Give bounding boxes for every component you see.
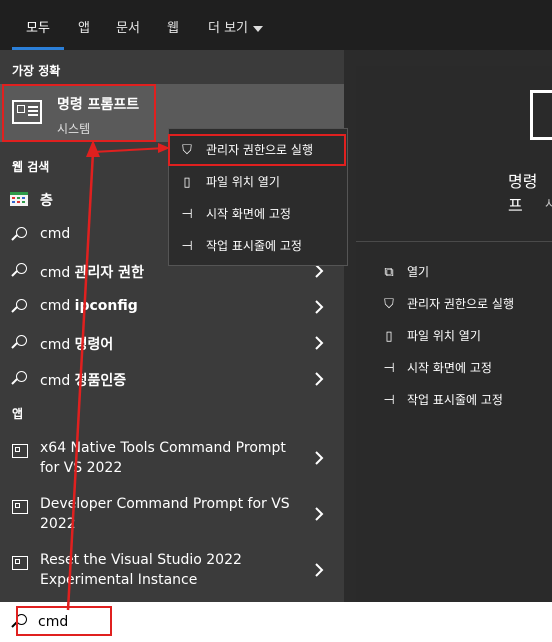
search-icon: [10, 298, 28, 316]
pin-icon: ⊣: [383, 361, 395, 376]
chevron-right-icon[interactable]: [314, 299, 324, 315]
chevron-right-icon[interactable]: [314, 335, 324, 351]
terminal-app-icon: [530, 90, 552, 140]
menu-item-pin-to-start[interactable]: ⊣ 시작 화면에 고정: [178, 205, 291, 227]
menu-item-pin-to-taskbar[interactable]: ⊣ 작업 표시줄에 고정: [178, 237, 302, 259]
divider: [356, 241, 552, 242]
app-result-row[interactable]: Reset the Visual Studio 2022 Experimenta…: [0, 548, 344, 604]
folder-icon: ▯: [183, 175, 191, 190]
action-pin-to-taskbar[interactable]: ⊣ 작업 표시줄에 고정: [380, 391, 503, 408]
web-result-row[interactable]: cmd ipconfig: [0, 290, 344, 324]
search-icon: [10, 334, 28, 352]
web-result-label: cmd 명령어: [40, 337, 114, 353]
shield-icon: ⛉: [384, 297, 394, 312]
pin-icon: ⊣: [181, 207, 193, 222]
action-open-file-location[interactable]: ▯ 파일 위치 열기: [380, 327, 480, 344]
folder-icon: ▯: [385, 329, 393, 344]
highlight-box: [16, 606, 112, 636]
tab-documents[interactable]: 문서: [116, 17, 140, 36]
app-result-label: x64 Native Tools Command Prompt for VS 2…: [40, 440, 286, 476]
menu-item-open-file-location[interactable]: ▯ 파일 위치 열기: [178, 173, 279, 195]
chevron-right-icon[interactable]: [314, 506, 324, 522]
chevron-right-icon[interactable]: [314, 371, 324, 387]
open-icon: ⧉: [384, 265, 394, 280]
pin-icon: ⊣: [383, 393, 395, 408]
terminal-app-icon: [12, 500, 28, 514]
app-result-label: Reset the Visual Studio 2022 Experimenta…: [40, 552, 242, 588]
search-icon: [10, 370, 28, 388]
terminal-app-icon: [12, 444, 28, 458]
web-result-label: cmd ipconfig: [40, 298, 138, 314]
web-result-label: cmd 관리자 권한: [40, 265, 144, 281]
web-result-label: 층: [40, 193, 53, 209]
chevron-down-icon: [253, 25, 264, 32]
pin-icon: ⊣: [181, 239, 193, 254]
tab-more[interactable]: 더 보기: [208, 17, 264, 36]
web-result-label: cmd 정품인증: [40, 373, 127, 389]
app-result-label: Developer Command Prompt for VS 2022: [40, 496, 290, 532]
highlight-box: [2, 84, 156, 142]
action-pin-to-start[interactable]: ⊣ 시작 화면에 고정: [380, 359, 492, 376]
search-icon: [10, 262, 28, 280]
tab-more-label: 더 보기: [208, 21, 249, 36]
best-match-heading: 가장 정확: [12, 64, 61, 78]
tab-all[interactable]: 모두: [26, 17, 50, 36]
tab-web[interactable]: 웹: [167, 17, 179, 36]
chevron-right-icon[interactable]: [314, 450, 324, 466]
web-search-heading: 웹 검색: [12, 160, 50, 174]
calendar-thumbnail-icon: [10, 192, 28, 206]
web-result-row[interactable]: cmd 정품인증: [0, 362, 344, 396]
highlight-box: [168, 134, 346, 166]
preview-subtitle: 시: [545, 197, 552, 211]
web-result-row[interactable]: cmd 명령어: [0, 326, 344, 360]
app-result-row[interactable]: x64 Native Tools Command Prompt for VS 2…: [0, 436, 344, 492]
terminal-app-icon: [12, 556, 28, 570]
action-open[interactable]: ⧉ 열기: [380, 263, 429, 280]
web-result-label: cmd: [40, 226, 71, 242]
apps-heading: 앱: [12, 407, 24, 421]
app-result-row[interactable]: Developer Command Prompt for VS 2022: [0, 492, 344, 548]
chevron-right-icon[interactable]: [314, 562, 324, 578]
search-icon: [10, 226, 28, 244]
tab-apps[interactable]: 앱: [78, 17, 90, 36]
action-run-as-admin[interactable]: ⛉ 관리자 권한으로 실행: [380, 295, 514, 312]
